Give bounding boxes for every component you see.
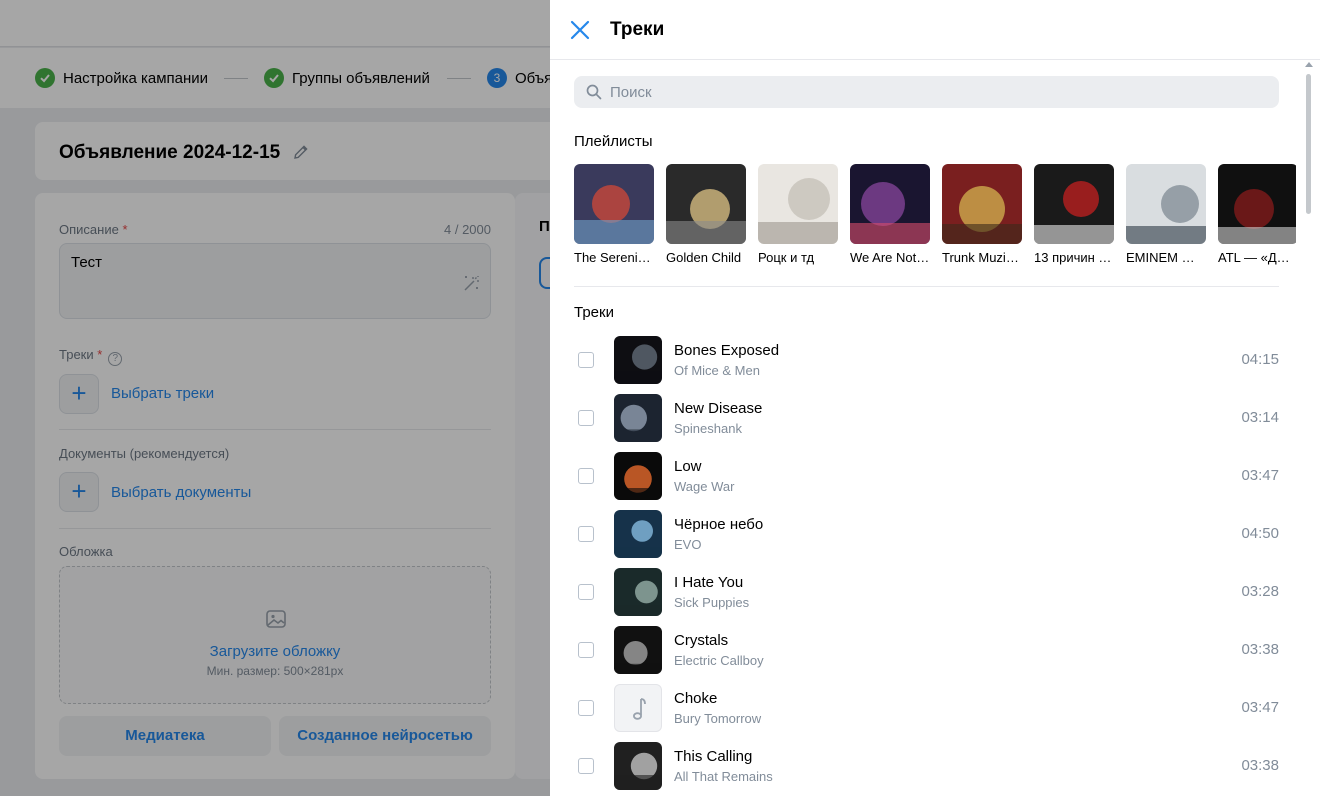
tracks-panel: Треки Плейлисты The Serenit… Golden Child… [550,0,1320,796]
playlist-name: We Are Not… [850,250,930,265]
search-bar [574,76,1279,108]
search-input[interactable] [610,76,1270,108]
playlist-cover [758,164,838,244]
playlist-name: Golden Child [666,250,742,265]
track-cover [614,452,662,500]
playlist-item[interactable]: EMINEM — … [1126,164,1206,265]
track-duration: 03:47 [1241,699,1279,716]
track-duration: 04:15 [1241,351,1279,368]
track-artist[interactable]: Spineshank [674,421,742,436]
tracks-heading: Треки [574,304,614,321]
playlist-name: Trunk Muzik… [942,250,1022,265]
playlist-cover [666,164,746,244]
track-title: Low [674,458,702,475]
track-checkbox[interactable] [578,584,594,600]
playlist-cover [1126,164,1206,244]
track-title: New Disease [674,400,763,417]
playlist-item[interactable]: Роцк и тд [758,164,838,265]
track-cover [614,510,662,558]
playlist-cover [1218,164,1296,244]
scrollbar-thumb[interactable] [1306,74,1311,214]
playlist-name: EMINEM — … [1126,250,1206,265]
track-duration: 03:38 [1241,641,1279,658]
track-artist[interactable]: All That Remains [674,769,773,784]
playlist-cover [1034,164,1114,244]
playlist-item[interactable]: The Serenit… [574,164,654,265]
track-cover [614,336,662,384]
track-artist[interactable]: Bury Tomorrow [674,711,761,726]
track-duration: 03:38 [1241,757,1279,774]
track-row[interactable]: This Calling All That Remains 03:38 [574,742,1279,796]
track-duration: 04:50 [1241,525,1279,542]
playlist-item[interactable]: We Are Not… [850,164,930,265]
track-row[interactable]: Чёрное небо EVO 04:50 [574,510,1279,568]
playlist-cover [942,164,1022,244]
track-checkbox[interactable] [578,352,594,368]
track-duration: 03:28 [1241,583,1279,600]
playlist-name: Роцк и тд [758,250,815,265]
track-checkbox[interactable] [578,700,594,716]
playlist-name: The Serenit… [574,250,654,265]
track-row[interactable]: Bones Exposed Of Mice & Men 04:15 [574,336,1279,394]
track-duration: 03:47 [1241,467,1279,484]
track-title: This Calling [674,748,753,765]
scroll-up-arrow[interactable] [1305,62,1313,67]
track-row[interactable]: I Hate You Sick Puppies 03:28 [574,568,1279,626]
track-checkbox[interactable] [578,642,594,658]
track-checkbox[interactable] [578,758,594,774]
track-checkbox[interactable] [578,410,594,426]
track-title: Bones Exposed [674,342,780,359]
close-icon[interactable] [569,19,591,41]
track-row[interactable]: Choke Bury Tomorrow 03:47 [574,684,1279,742]
divider [574,286,1279,287]
track-row[interactable]: New Disease Spineshank 03:14 [574,394,1279,452]
track-duration: 03:14 [1241,409,1279,426]
playlist-cover [850,164,930,244]
track-cover [614,742,662,790]
playlist-cover [574,164,654,244]
playlist-name: 13 причин … [1034,250,1112,265]
playlist-item[interactable]: Golden Child [666,164,746,265]
track-artist[interactable]: Wage War [674,479,734,494]
track-title: I Hate You [674,574,744,591]
track-artist[interactable]: Of Mice & Men [674,363,760,378]
track-checkbox[interactable] [578,526,594,542]
track-cover [614,626,662,674]
track-title: Crystals [674,632,729,649]
playlist-name: ATL — «ДИ… [1218,250,1296,265]
playlist-item[interactable]: 13 причин … [1034,164,1114,265]
track-checkbox[interactable] [578,468,594,484]
track-artist[interactable]: Electric Callboy [674,653,764,668]
track-row[interactable]: Crystals Electric Callboy 03:38 [574,626,1279,684]
playlist-item[interactable]: ATL — «ДИ… [1218,164,1296,265]
playlists-row: The Serenit… Golden Child Роцк и тд We Are … [574,164,1296,274]
track-cover [614,394,662,442]
track-cover [614,568,662,616]
panel-header: Треки [550,0,1320,60]
playlist-item[interactable]: Trunk Muzik… [942,164,1022,265]
panel-title: Треки [610,19,665,40]
music-note-icon [614,684,662,732]
track-artist[interactable]: EVO [674,537,701,552]
track-row[interactable]: Low Wage War 03:47 [574,452,1279,510]
track-title: Choke [674,690,718,707]
track-artist[interactable]: Sick Puppies [674,595,749,610]
search-icon [586,84,602,100]
track-title: Чёрное небо [674,516,764,533]
playlists-heading: Плейлисты [574,133,653,150]
